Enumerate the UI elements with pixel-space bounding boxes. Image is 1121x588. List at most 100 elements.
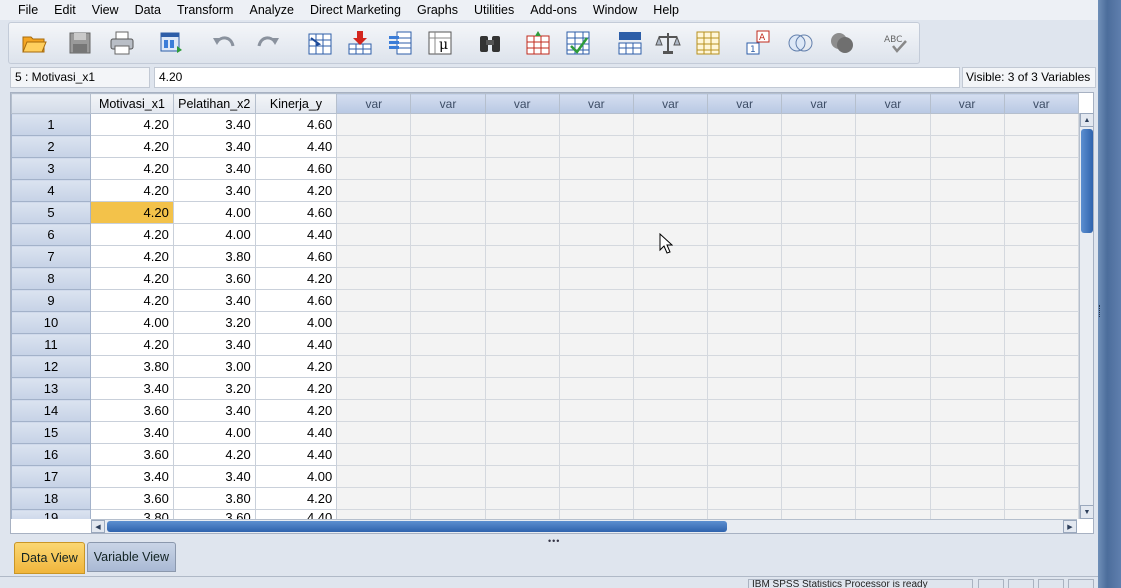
empty-cell[interactable] xyxy=(336,267,412,290)
data-cell[interactable]: 4.00 xyxy=(254,465,338,488)
data-cell[interactable]: 4.20 xyxy=(90,223,174,246)
row-number[interactable]: 16 xyxy=(11,443,92,466)
row-number[interactable]: 3 xyxy=(11,157,92,180)
empty-cell[interactable] xyxy=(929,267,1005,290)
menu-window[interactable]: Window xyxy=(585,0,645,20)
empty-cell[interactable] xyxy=(410,267,486,290)
empty-cell[interactable] xyxy=(781,333,857,356)
splitter-handle[interactable]: ••• xyxy=(548,536,560,546)
data-cell[interactable]: 4.40 xyxy=(254,333,338,356)
empty-cell[interactable] xyxy=(855,179,931,202)
data-cell[interactable]: 3.60 xyxy=(172,509,256,519)
empty-cell[interactable] xyxy=(632,179,709,202)
data-cell[interactable]: 3.60 xyxy=(90,399,174,422)
data-cell[interactable]: 4.20 xyxy=(90,113,174,136)
empty-cell[interactable] xyxy=(707,443,783,466)
empty-cell[interactable] xyxy=(336,465,412,488)
empty-cell[interactable] xyxy=(1003,135,1079,158)
empty-cell[interactable] xyxy=(410,245,486,268)
empty-cell[interactable] xyxy=(707,245,783,268)
empty-cell[interactable] xyxy=(558,113,634,136)
data-cell[interactable]: 4.00 xyxy=(254,311,338,334)
column-header[interactable]: Kinerja_y xyxy=(254,93,338,114)
empty-cell[interactable] xyxy=(410,509,486,519)
empty-cell[interactable] xyxy=(558,465,634,488)
data-cell[interactable]: 3.60 xyxy=(172,267,256,290)
empty-cell[interactable] xyxy=(484,157,560,180)
data-cell[interactable]: 4.60 xyxy=(254,245,338,268)
empty-cell[interactable] xyxy=(929,201,1005,224)
empty-cell[interactable] xyxy=(632,509,709,519)
empty-cell[interactable] xyxy=(707,201,783,224)
empty-cell[interactable] xyxy=(1003,509,1079,519)
scroll-right-icon[interactable]: ▶ xyxy=(1063,520,1077,533)
weight-cases-icon[interactable] xyxy=(653,28,683,58)
empty-cell[interactable] xyxy=(929,355,1005,378)
empty-cell[interactable] xyxy=(929,113,1005,136)
scroll-up-icon[interactable]: ▲ xyxy=(1080,113,1093,127)
empty-cell[interactable] xyxy=(855,399,931,422)
empty-cell[interactable] xyxy=(632,157,709,180)
empty-cell[interactable] xyxy=(336,311,412,334)
empty-cell[interactable] xyxy=(558,399,634,422)
empty-cell[interactable] xyxy=(558,223,634,246)
resize-grip[interactable] xyxy=(1099,305,1102,317)
empty-var-column-header[interactable]: var xyxy=(336,93,412,114)
menu-data[interactable]: Data xyxy=(127,0,169,20)
row-number[interactable]: 13 xyxy=(11,377,92,400)
empty-cell[interactable] xyxy=(781,355,857,378)
empty-cell[interactable] xyxy=(781,377,857,400)
variables-icon[interactable] xyxy=(385,28,415,58)
empty-cell[interactable] xyxy=(336,399,412,422)
data-cell[interactable]: 3.40 xyxy=(172,135,256,158)
empty-cell[interactable] xyxy=(484,509,560,519)
empty-cell[interactable] xyxy=(484,201,560,224)
empty-cell[interactable] xyxy=(781,267,857,290)
empty-cell[interactable] xyxy=(707,421,783,444)
empty-cell[interactable] xyxy=(558,245,634,268)
empty-cell[interactable] xyxy=(632,311,709,334)
empty-cell[interactable] xyxy=(558,311,634,334)
empty-cell[interactable] xyxy=(484,465,560,488)
empty-cell[interactable] xyxy=(707,311,783,334)
empty-cell[interactable] xyxy=(781,179,857,202)
data-cell[interactable]: 3.40 xyxy=(172,179,256,202)
empty-cell[interactable] xyxy=(632,487,709,510)
open-folder-icon[interactable] xyxy=(19,28,49,58)
empty-cell[interactable] xyxy=(929,135,1005,158)
empty-cell[interactable] xyxy=(1003,399,1079,422)
go-to-case-icon[interactable] xyxy=(305,28,335,58)
data-cell[interactable]: 3.20 xyxy=(172,377,256,400)
empty-cell[interactable] xyxy=(929,311,1005,334)
data-cell[interactable]: 3.40 xyxy=(172,399,256,422)
empty-cell[interactable] xyxy=(707,289,783,312)
data-cell[interactable]: 3.60 xyxy=(90,487,174,510)
empty-cell[interactable] xyxy=(707,267,783,290)
empty-cell[interactable] xyxy=(707,465,783,488)
data-cell[interactable]: 3.80 xyxy=(172,487,256,510)
row-number[interactable]: 6 xyxy=(11,223,92,246)
menu-add-ons[interactable]: Add-ons xyxy=(522,0,585,20)
empty-cell[interactable] xyxy=(410,135,486,158)
empty-cell[interactable] xyxy=(484,355,560,378)
empty-cell[interactable] xyxy=(1003,289,1079,312)
empty-cell[interactable] xyxy=(484,289,560,312)
empty-cell[interactable] xyxy=(410,113,486,136)
menu-direct-marketing[interactable]: Direct Marketing xyxy=(302,0,409,20)
empty-cell[interactable] xyxy=(410,333,486,356)
empty-cell[interactable] xyxy=(632,399,709,422)
data-cell[interactable]: 4.40 xyxy=(254,421,338,444)
tab-data-view[interactable]: Data View xyxy=(14,542,85,574)
empty-cell[interactable] xyxy=(781,201,857,224)
empty-cell[interactable] xyxy=(336,223,412,246)
empty-cell[interactable] xyxy=(336,201,412,224)
empty-cell[interactable] xyxy=(707,179,783,202)
empty-var-column-header[interactable]: var xyxy=(558,93,634,114)
empty-cell[interactable] xyxy=(558,267,634,290)
empty-cell[interactable] xyxy=(1003,443,1079,466)
empty-cell[interactable] xyxy=(410,421,486,444)
empty-cell[interactable] xyxy=(781,509,857,519)
data-cell[interactable]: 4.60 xyxy=(254,157,338,180)
empty-cell[interactable] xyxy=(336,289,412,312)
empty-cell[interactable] xyxy=(484,399,560,422)
